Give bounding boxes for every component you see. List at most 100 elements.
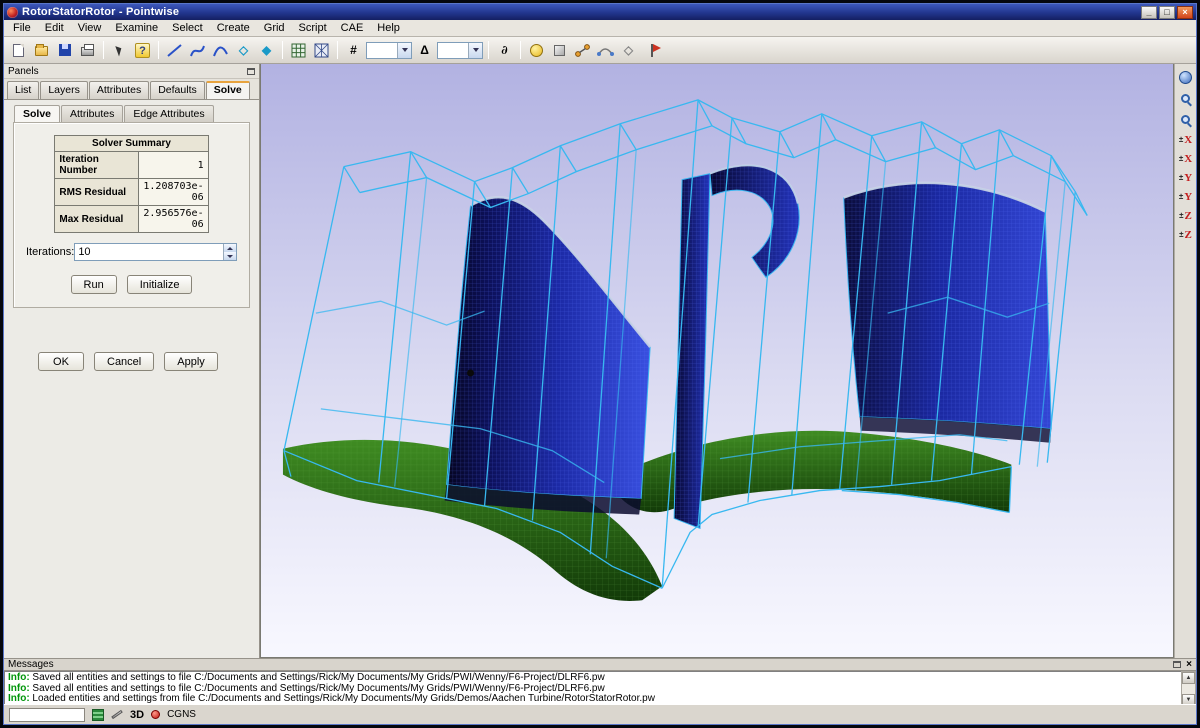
print-button[interactable]: [77, 40, 98, 61]
distribution-button[interactable]: ∂: [494, 40, 515, 61]
partial-derivative-icon: ∂: [501, 43, 507, 57]
window-title: RotorStatorRotor - Pointwise: [22, 6, 1141, 18]
surface-tool-button[interactable]: ◆: [256, 40, 277, 61]
new-file-button[interactable]: [8, 40, 29, 61]
open-folder-icon: [35, 46, 48, 56]
run-button[interactable]: Run: [71, 275, 117, 294]
zoom-in-button[interactable]: [1176, 89, 1195, 108]
status-command-input[interactable]: [9, 708, 85, 722]
solver-summary-title: Solver Summary: [55, 136, 208, 152]
selection-point-marker[interactable]: [467, 369, 474, 376]
tab-layers[interactable]: Layers: [40, 81, 88, 99]
ok-button[interactable]: OK: [38, 352, 84, 371]
axis-z-label: Z: [1185, 229, 1192, 241]
rotate-view-button[interactable]: [1176, 68, 1195, 87]
maximize-button[interactable]: □: [1159, 6, 1175, 19]
menu-script[interactable]: Script: [292, 21, 334, 35]
apply-button[interactable]: Apply: [164, 352, 218, 371]
toolbar-separator: [103, 41, 104, 59]
face-icon: [530, 44, 543, 57]
pointwise-logo-icon: [7, 7, 18, 18]
view-minus-z-button[interactable]: ± Z: [1176, 226, 1195, 243]
menu-grid[interactable]: Grid: [257, 21, 292, 35]
assemble-tool-button[interactable]: [572, 40, 593, 61]
viewport-3d[interactable]: [260, 64, 1174, 658]
menu-help[interactable]: Help: [370, 21, 407, 35]
view-minus-x-button[interactable]: ± X: [1176, 150, 1195, 167]
scroll-up-icon[interactable]: ▲: [1182, 672, 1195, 684]
menu-edit[interactable]: Edit: [38, 21, 71, 35]
arc-tool-button[interactable]: [210, 40, 231, 61]
combo-dropdown-arrow-icon[interactable]: [397, 43, 411, 58]
menu-select[interactable]: Select: [165, 21, 210, 35]
probe-tool-icon[interactable]: [111, 710, 123, 719]
tab-defaults[interactable]: Defaults: [150, 81, 205, 99]
title-bar[interactable]: RotorStatorRotor - Pointwise _ □ ×: [4, 4, 1196, 20]
block-tool-button[interactable]: [549, 40, 570, 61]
spin-up-icon[interactable]: [224, 244, 236, 252]
solve-subtabs: Solve Attributes Edge Attributes: [14, 105, 215, 122]
dimension-combobox[interactable]: [366, 42, 412, 59]
iterations-row: Iterations:: [26, 243, 237, 261]
curve-tool-button[interactable]: [187, 40, 208, 61]
close-messages-icon[interactable]: ×: [1186, 660, 1192, 669]
annotate-button[interactable]: [641, 40, 662, 61]
domain-tool-button[interactable]: ◇: [618, 40, 639, 61]
subtab-attributes[interactable]: Attributes: [61, 105, 123, 122]
orient-button[interactable]: [526, 40, 547, 61]
subtab-edge-attributes[interactable]: Edge Attributes: [124, 105, 213, 122]
log-line: Info: Loaded entities and settings from …: [8, 694, 1178, 705]
spin-down-icon[interactable]: [224, 252, 236, 260]
grid-status-icon[interactable]: [92, 709, 104, 721]
app-window: RotorStatorRotor - Pointwise _ □ × File …: [3, 3, 1197, 725]
view-plus-z-button[interactable]: ± Z: [1176, 207, 1195, 224]
dimension-label-button[interactable]: #: [343, 40, 364, 61]
conic-tool-button[interactable]: ◇: [233, 40, 254, 61]
select-pointer-button[interactable]: [109, 40, 130, 61]
menu-cae[interactable]: CAE: [334, 21, 371, 35]
zoom-out-button[interactable]: [1176, 110, 1195, 129]
tab-attributes[interactable]: Attributes: [89, 81, 149, 99]
menu-file[interactable]: File: [6, 21, 38, 35]
iterations-stepper[interactable]: [74, 243, 237, 261]
cancel-button[interactable]: Cancel: [94, 352, 154, 371]
iterations-label: Iterations:: [26, 246, 74, 258]
axis-y-label: Y: [1184, 172, 1192, 184]
view-plus-x-button[interactable]: ± X: [1176, 131, 1195, 148]
float-messages-icon[interactable]: [1173, 661, 1181, 668]
messages-caption-bar[interactable]: Messages ×: [4, 659, 1196, 670]
structured-grid-button[interactable]: [288, 40, 309, 61]
messages-scrollbar[interactable]: ▲ ▼: [1181, 671, 1196, 707]
menu-create[interactable]: Create: [210, 21, 257, 35]
dimension-mode-badge: 3D: [130, 709, 144, 721]
minimize-button[interactable]: _: [1141, 6, 1157, 19]
view-plus-y-button[interactable]: ± Y: [1176, 169, 1195, 186]
view-minus-y-button[interactable]: ± Y: [1176, 188, 1195, 205]
spacing-combobox[interactable]: [437, 42, 483, 59]
help-button[interactable]: ?: [132, 40, 153, 61]
initialize-button[interactable]: Initialize: [127, 275, 193, 294]
unstructured-grid-button[interactable]: [311, 40, 332, 61]
tab-list[interactable]: List: [7, 81, 39, 99]
diamond-gray-icon: ◇: [624, 43, 633, 57]
combo-dropdown-arrow-icon[interactable]: [468, 43, 482, 58]
menu-examine[interactable]: Examine: [108, 21, 165, 35]
message-log[interactable]: Info: Saved all entities and settings to…: [4, 671, 1181, 707]
menu-view[interactable]: View: [71, 21, 109, 35]
close-button[interactable]: ×: [1177, 6, 1193, 19]
panels-caption-bar[interactable]: Panels: [4, 64, 259, 79]
spacing-label-button[interactable]: Δ: [414, 40, 435, 61]
panels-caption-label: Panels: [8, 66, 247, 77]
iterations-input[interactable]: [75, 244, 223, 260]
open-file-button[interactable]: [31, 40, 52, 61]
float-panel-icon[interactable]: [247, 68, 255, 75]
tab-solve[interactable]: Solve: [206, 81, 250, 99]
subtab-solve[interactable]: Solve: [14, 105, 60, 122]
save-file-button[interactable]: [54, 40, 75, 61]
record-status-icon[interactable]: [151, 710, 160, 719]
segment-tool-button[interactable]: [164, 40, 185, 61]
join-tool-button[interactable]: [595, 40, 616, 61]
desktop-frame: RotorStatorRotor - Pointwise _ □ × File …: [0, 0, 1200, 728]
max-residual-label: Max Residual: [55, 206, 139, 233]
toolbar-separator: [488, 41, 489, 59]
